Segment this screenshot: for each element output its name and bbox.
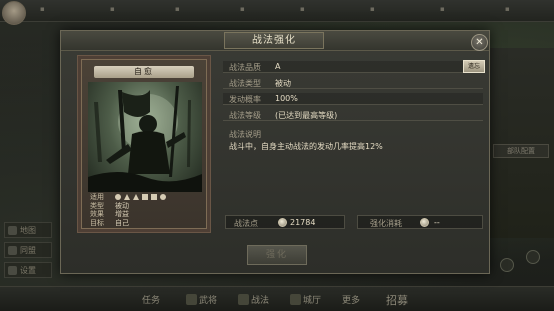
- shield-icon: [124, 194, 130, 201]
- stat-value: 自己: [115, 218, 129, 227]
- side-button-settings[interactable]: 设置: [4, 262, 52, 278]
- resource-slot: ▪: [240, 5, 245, 13]
- stat-value: 被动: [115, 201, 129, 210]
- stat-label: 效果: [90, 210, 104, 218]
- info-row-quality: 战法品质 A 遗忘: [223, 60, 485, 73]
- tactic-upgrade-dialog: 战法强化 ✕ 自愈 适用 类型 被动 效果 增益 目标 自己 战法品质 A 遗忘…: [60, 30, 490, 274]
- bottom-nav-bar: 任务 武将 战法 城厅 更多 招募: [0, 286, 554, 311]
- panel-line: [493, 62, 551, 71]
- nav-label: 战法: [251, 296, 270, 306]
- stat-row-effect: 效果 增益: [90, 210, 202, 219]
- resource-slot: ▪: [440, 5, 445, 13]
- resource-slot: ▪: [40, 5, 45, 13]
- side-button-alliance[interactable]: 同盟: [4, 242, 52, 258]
- info-label: 发动概率: [229, 95, 261, 104]
- dialog-header: 战法强化: [61, 31, 489, 51]
- stat-value: 增益: [115, 210, 129, 218]
- info-value: 被动: [275, 79, 291, 88]
- warrior-illustration: [88, 86, 202, 192]
- map-icon: [8, 225, 17, 235]
- description-text: 战斗中，自身主动战法的发动几率提高12%: [229, 142, 383, 151]
- tactic-point-icon: [278, 218, 287, 227]
- side-button-label: 地图: [20, 225, 36, 235]
- dialog-title: 战法强化: [224, 32, 324, 49]
- info-value: A: [275, 62, 281, 71]
- cavalry-icon: [115, 194, 121, 201]
- upgrade-cost-box: 强化消耗 --: [357, 215, 483, 229]
- nav-city-hall[interactable]: 城厅: [290, 291, 321, 308]
- panel-line: [493, 78, 551, 87]
- tactic-name: 自愈: [94, 66, 194, 78]
- nav-tasks[interactable]: 任务: [142, 291, 160, 308]
- panel-line: [493, 94, 551, 103]
- archer-icon: [133, 194, 139, 201]
- info-value: (已达到最高等级): [275, 111, 338, 120]
- target-icon: [160, 194, 166, 201]
- cost-value: --: [434, 218, 440, 227]
- info-label: 战法类型: [229, 79, 261, 88]
- spear-icon: [142, 194, 148, 201]
- forget-button[interactable]: 遗忘: [463, 60, 485, 73]
- stat-label: 适用: [90, 193, 104, 201]
- nav-label: 城厅: [303, 296, 322, 306]
- unit-type-icons: [115, 193, 166, 202]
- nav-more[interactable]: 更多: [342, 291, 360, 308]
- gear-icon: [8, 265, 17, 275]
- tactic-point-icon: [420, 218, 429, 227]
- generals-icon: [186, 294, 197, 305]
- info-label: 战法品质: [229, 63, 261, 72]
- nav-recruit[interactable]: 招募: [386, 291, 408, 308]
- side-button-label: 设置: [20, 265, 36, 275]
- nav-tactics[interactable]: 战法: [238, 291, 269, 308]
- stat-label: 类型: [90, 201, 104, 210]
- nav-label: 招募: [386, 293, 408, 307]
- stat-row-target: 目标 自己: [90, 219, 202, 228]
- stat-row-applies: 适用: [90, 193, 202, 202]
- cost-value: 21784: [290, 218, 316, 227]
- tactic-stats: 适用 类型 被动 效果 增益 目标 自己: [90, 193, 202, 227]
- resource-slot: ▪: [110, 5, 115, 13]
- info-row-level: 战法等级 (已达到最高等级): [223, 109, 483, 121]
- side-button-label: 同盟: [20, 245, 36, 255]
- resource-slot: ▪: [300, 5, 305, 13]
- stat-label: 目标: [90, 218, 104, 227]
- alliance-icon: [8, 245, 17, 255]
- tactic-card-inner: 自愈 适用 类型 被动 效果 增益 目标 自己: [81, 59, 207, 229]
- city-hall-icon: [290, 294, 301, 305]
- side-button-map[interactable]: 地图: [4, 222, 52, 238]
- map-control-button[interactable]: [526, 250, 540, 264]
- nav-label: 武将: [199, 296, 218, 306]
- info-value: 100%: [275, 94, 298, 103]
- upgrade-button[interactable]: 强化: [247, 245, 307, 265]
- tactic-card: 自愈 适用 类型 被动 效果 增益 目标 自己: [77, 55, 211, 233]
- tactic-points-box: 战法点 21784: [225, 215, 345, 229]
- description-title: 战法说明: [229, 130, 261, 139]
- stat-row-type: 类型 被动: [90, 202, 202, 211]
- player-avatar[interactable]: [2, 1, 26, 25]
- resource-slot: ▪: [505, 5, 510, 13]
- cost-label: 强化消耗: [370, 219, 402, 228]
- map-control-button[interactable]: [500, 258, 514, 272]
- info-row-rate: 发动概率 100%: [223, 93, 483, 105]
- close-button[interactable]: ✕: [471, 34, 488, 51]
- right-side-panel: 部队配置: [488, 48, 554, 238]
- resource-slot: ▪: [370, 5, 375, 13]
- troop-config-button[interactable]: 部队配置: [493, 144, 549, 158]
- cost-label: 战法点: [234, 219, 258, 228]
- nav-label: 更多: [342, 296, 361, 306]
- nav-label: 任务: [142, 296, 161, 306]
- siege-icon: [151, 194, 157, 201]
- resource-slot: ▪: [175, 5, 180, 13]
- resource-top-bar: ▪ ▪ ▪ ▪ ▪ ▪ ▪ ▪: [0, 0, 554, 25]
- info-row-category: 战法类型 被动: [223, 77, 483, 89]
- tactic-artwork: [88, 82, 202, 192]
- info-label: 战法等级: [229, 111, 261, 120]
- nav-generals[interactable]: 武将: [186, 291, 217, 308]
- tactics-icon: [238, 294, 249, 305]
